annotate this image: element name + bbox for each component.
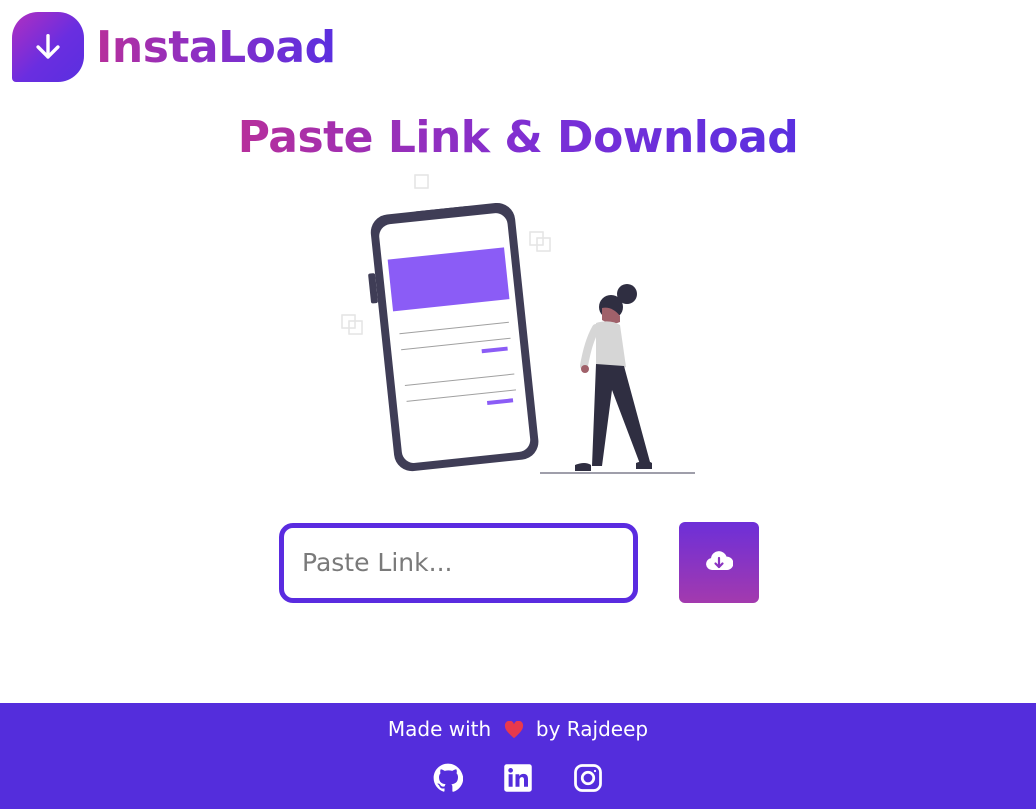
heart-icon [504, 720, 524, 744]
linkedin-icon [503, 763, 533, 797]
link-input[interactable] [279, 522, 638, 603]
brand-logo[interactable]: InstaLoad [12, 12, 336, 82]
page-title: Paste Link & Download [237, 112, 799, 163]
instagram-link[interactable] [573, 763, 603, 797]
brand-name: InstaLoad [96, 21, 336, 73]
made-with-credit: Made with by Rajdeep [0, 717, 1036, 744]
github-link[interactable] [433, 763, 464, 797]
instagram-icon [573, 763, 603, 797]
footer: Made with by Rajdeep [0, 703, 1036, 809]
github-icon [433, 763, 464, 797]
social-links [0, 763, 1036, 797]
cloud-download-icon [705, 550, 734, 575]
download-form [279, 522, 759, 603]
linkedin-link[interactable] [503, 763, 533, 797]
download-arrow-icon [12, 12, 84, 82]
person-with-phone-illustration [330, 168, 710, 480]
download-button[interactable] [679, 522, 759, 603]
